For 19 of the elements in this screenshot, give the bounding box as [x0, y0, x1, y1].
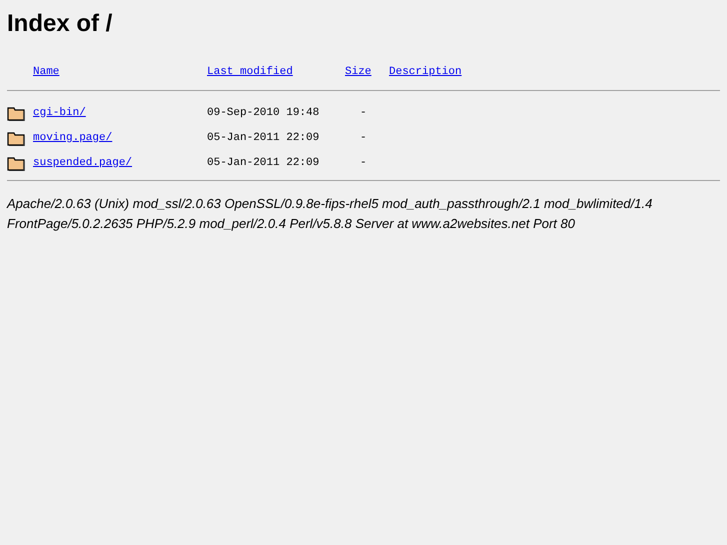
file-size: -: [359, 132, 368, 144]
modified-date: 09-Sep-2010 19:48: [207, 106, 320, 118]
file-size: -: [359, 106, 368, 118]
folder-link[interactable]: suspended.page/: [33, 156, 132, 168]
server-signature: Apache/2.0.63 (Unix) mod_ssl/2.0.63 OpenSSL/0.9.8e-fips-rhel5 mod_auth_passthrough/2.1 mod_bwlimited/1.4: [7, 195, 652, 213]
file-size: -: [359, 156, 368, 168]
column-header-link[interactable]: Size: [345, 66, 372, 83]
folder-icon: [7, 154, 26, 170]
folder-icon: [7, 104, 26, 120]
column-header-link[interactable]: Description: [389, 66, 462, 83]
column-header-link[interactable]: Name: [33, 66, 60, 83]
page-title: Index of /: [7, 10, 114, 38]
modified-date: 05-Jan-2011 22:09: [207, 132, 320, 144]
folder-icon: [7, 130, 26, 146]
column-header-link[interactable]: Last modified: [207, 66, 293, 83]
modified-date: 05-Jan-2011 22:09: [207, 156, 320, 168]
folder-link[interactable]: cgi-bin/: [33, 106, 86, 118]
folder-link[interactable]: moving.page/: [33, 132, 112, 144]
server-signature: FrontPage/5.0.2.2635 PHP/5.2.9 mod_perl/2.0.4 Perl/v5.8.8 Server at www.a2websites.net Port 80: [7, 215, 575, 233]
